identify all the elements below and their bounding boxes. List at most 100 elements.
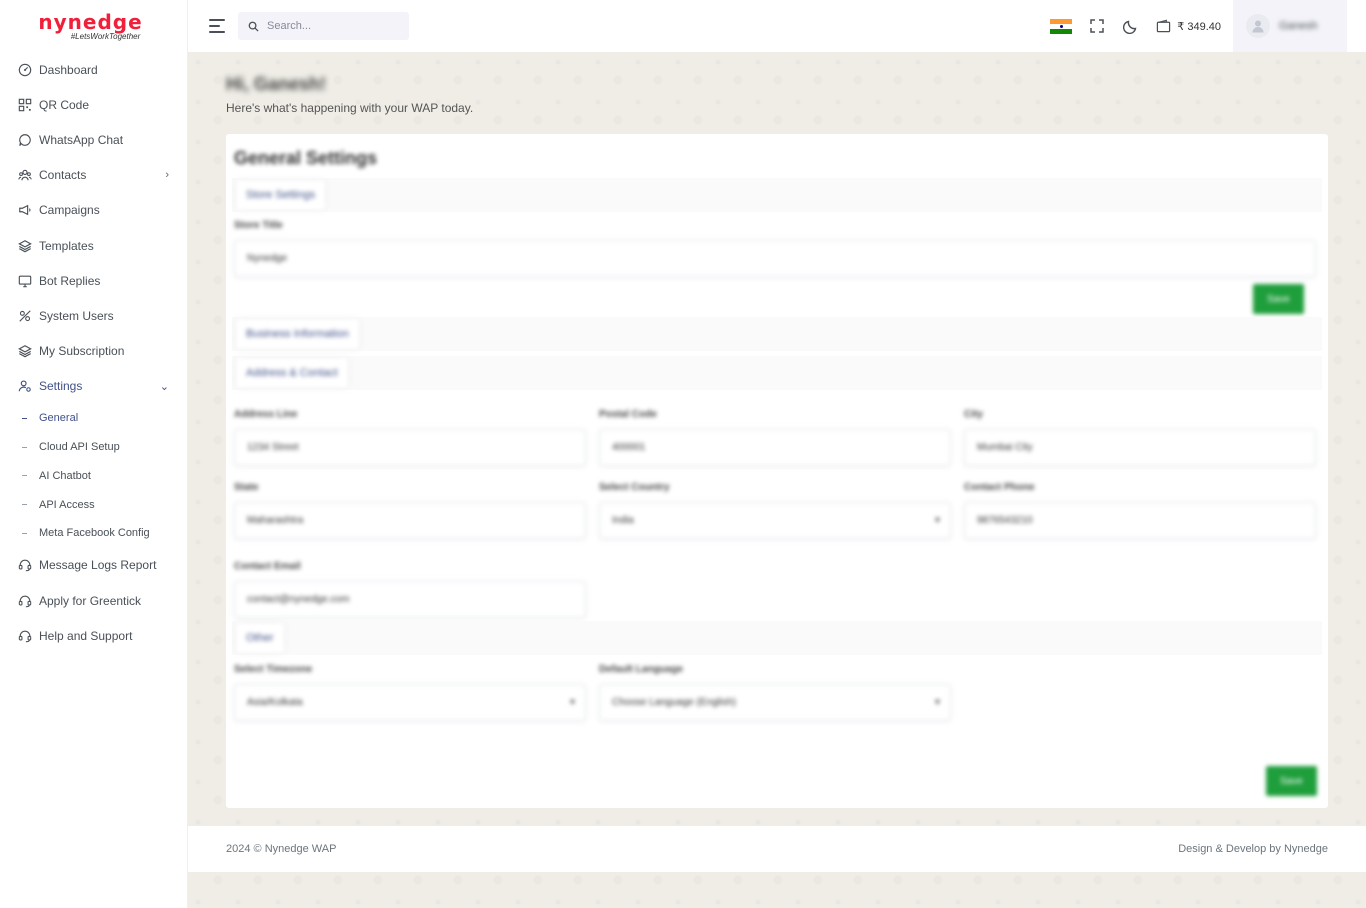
contact-email-label: Contact Email [234, 561, 301, 572]
users-tool-icon [18, 309, 32, 323]
tab-other[interactable]: Other [236, 623, 284, 653]
qr-code-icon [18, 98, 32, 112]
headset-icon [18, 629, 32, 643]
sidebar-item-settings[interactable]: Settings ⌄ [0, 369, 187, 404]
contact-phone-value: 9876543210 [977, 515, 1033, 526]
menu-toggle-icon[interactable] [209, 19, 225, 33]
search-box [238, 12, 409, 40]
sidebar-item-bot-replies[interactable]: Bot Replies [0, 263, 187, 298]
search-icon [248, 21, 259, 32]
greeting-subtitle: Here's what's happening with your WAP to… [226, 101, 474, 115]
search-input[interactable] [267, 20, 397, 32]
sidebar-item-label: Settings [39, 379, 83, 394]
sidebar-item-templates[interactable]: Templates [0, 228, 187, 263]
headset-icon [18, 594, 32, 608]
topbar-actions: ₹ 349.40 Ganesh [1050, 0, 1366, 52]
sidebar-nav: Dashboard QR Code WhatsApp Chat Contacts… [0, 52, 187, 404]
state-value: Maharashtra [247, 515, 304, 526]
sidebar-item-label: Contacts [39, 168, 87, 183]
bullet-dash [22, 475, 27, 477]
sidebar-item-label: Campaigns [39, 203, 100, 218]
contact-email-field[interactable]: contact@nynedge.com [234, 581, 586, 618]
footer: 2024 © Nynedge WAP Design & Develop by N… [188, 826, 1366, 872]
timezone-value: Asia/Kolkata [247, 697, 303, 708]
dark-mode-moon-icon[interactable] [1122, 17, 1140, 35]
sidebar-nav-bottom: Message Logs Report Apply for Greentick … [0, 548, 187, 654]
city-value: Mumbai City [977, 442, 1033, 453]
tab-store-settings[interactable]: Store Settings [236, 180, 326, 210]
card-title: General Settings [234, 148, 378, 168]
sidebar-item-contacts[interactable]: Contacts › [0, 158, 187, 193]
submenu-item-label: AI Chatbot [39, 469, 91, 482]
submenu-item-label: Cloud API Setup [39, 441, 120, 454]
submenu-item-meta-facebook-config[interactable]: Meta Facebook Config [0, 519, 187, 548]
tab-business-information[interactable]: Business Information [236, 319, 359, 349]
contacts-icon [18, 168, 32, 182]
sidebar-item-label: Help and Support [39, 628, 133, 643]
submenu-item-cloud-api-setup[interactable]: Cloud API Setup [0, 433, 187, 462]
chevron-down-icon: ⌄ [159, 380, 169, 393]
bullet-dash [22, 532, 27, 534]
sidebar-item-my-subscription[interactable]: My Subscription [0, 334, 187, 369]
wallet-balance[interactable]: ₹ 349.40 [1156, 19, 1221, 34]
city-field[interactable]: Mumbai City [964, 429, 1316, 466]
fullscreen-icon[interactable] [1088, 17, 1106, 35]
submenu-item-label: General [39, 412, 79, 425]
india-flag-icon[interactable] [1050, 18, 1073, 34]
submenu-item-general[interactable]: General [0, 404, 187, 433]
postal-code-field[interactable]: 400001 [599, 429, 951, 466]
submenu-item-ai-chatbot[interactable]: AI Chatbot [0, 461, 187, 490]
sidebar-item-campaigns[interactable]: Campaigns [0, 193, 187, 228]
country-select[interactable]: India ▾ [599, 502, 951, 539]
wallet-icon [1157, 19, 1171, 32]
bullet-dash [22, 504, 27, 506]
sidebar-item-label: Templates [39, 238, 94, 253]
state-field[interactable]: Maharashtra [234, 502, 586, 539]
footer-credit: Design & Develop by Nynedge [1178, 843, 1328, 855]
timezone-label: Select Timezone [234, 664, 313, 675]
submenu-item-label: Meta Facebook Config [39, 527, 150, 540]
brand-logo[interactable]: nynedge #LetsWorkTogether [0, 0, 187, 52]
sidebar-item-system-users[interactable]: System Users [0, 298, 187, 333]
address-line-field[interactable]: 1234 Street [234, 429, 586, 466]
sidebar-item-label: System Users [39, 308, 114, 323]
sidebar-item-apply-for-greentick[interactable]: Apply for Greentick [0, 583, 187, 618]
footer-copyright: 2024 © Nynedge WAP [226, 843, 337, 855]
tab-address-contact[interactable]: Address & Contact [236, 358, 348, 388]
sidebar-item-qr-code[interactable]: QR Code [0, 87, 187, 122]
language-select[interactable]: Choose Language (English) ▾ [599, 684, 951, 721]
save-store-button[interactable]: Save [1253, 284, 1304, 314]
sidebar-item-message-logs-report[interactable]: Message Logs Report [0, 548, 187, 583]
bullet-dash [22, 417, 27, 419]
monitor-icon [18, 274, 32, 288]
user-avatar-icon [1252, 20, 1264, 33]
submenu-item-label: API Access [39, 498, 95, 511]
megaphone-icon [18, 203, 32, 217]
timezone-select[interactable]: Asia/Kolkata ▾ [234, 684, 586, 721]
sidebar-item-label: QR Code [39, 97, 90, 112]
chevron-down-icon: ▾ [569, 697, 575, 708]
contact-email-value: contact@nynedge.com [247, 594, 350, 605]
store-title-field[interactable]: Nynedge [234, 240, 1316, 277]
sidebar-item-dashboard[interactable]: Dashboard [0, 52, 187, 87]
sidebar-item-label: Dashboard [39, 62, 98, 77]
main-content: Hi, Ganesh! Here's what's happening with… [188, 52, 1366, 908]
sidebar-item-help-and-support[interactable]: Help and Support [0, 618, 187, 653]
general-settings-card: General Settings Store Settings Store Ti… [226, 134, 1328, 808]
sidebar: nynedge #LetsWorkTogether Dashboard QR C… [0, 0, 188, 908]
city-label: City [964, 409, 983, 420]
contact-phone-field[interactable]: 9876543210 [964, 502, 1316, 539]
sidebar-item-label: Apply for Greentick [39, 593, 142, 608]
save-settings-button[interactable]: Save [1266, 766, 1317, 796]
store-title-label: Store Title [234, 220, 283, 231]
layers-icon [18, 239, 32, 253]
submenu-item-api-access[interactable]: API Access [0, 490, 187, 519]
user-menu[interactable]: Ganesh [1233, 0, 1347, 52]
wallet-balance-amount: ₹ 349.40 [1177, 20, 1221, 33]
brand-name: nynedge [38, 9, 143, 34]
sidebar-item-whatsapp-chat[interactable]: WhatsApp Chat [0, 122, 187, 157]
user-name: Ganesh [1279, 20, 1318, 32]
tab-strip [232, 356, 1322, 390]
tab-strip [232, 178, 1322, 212]
chevron-right-icon: › [165, 169, 169, 182]
